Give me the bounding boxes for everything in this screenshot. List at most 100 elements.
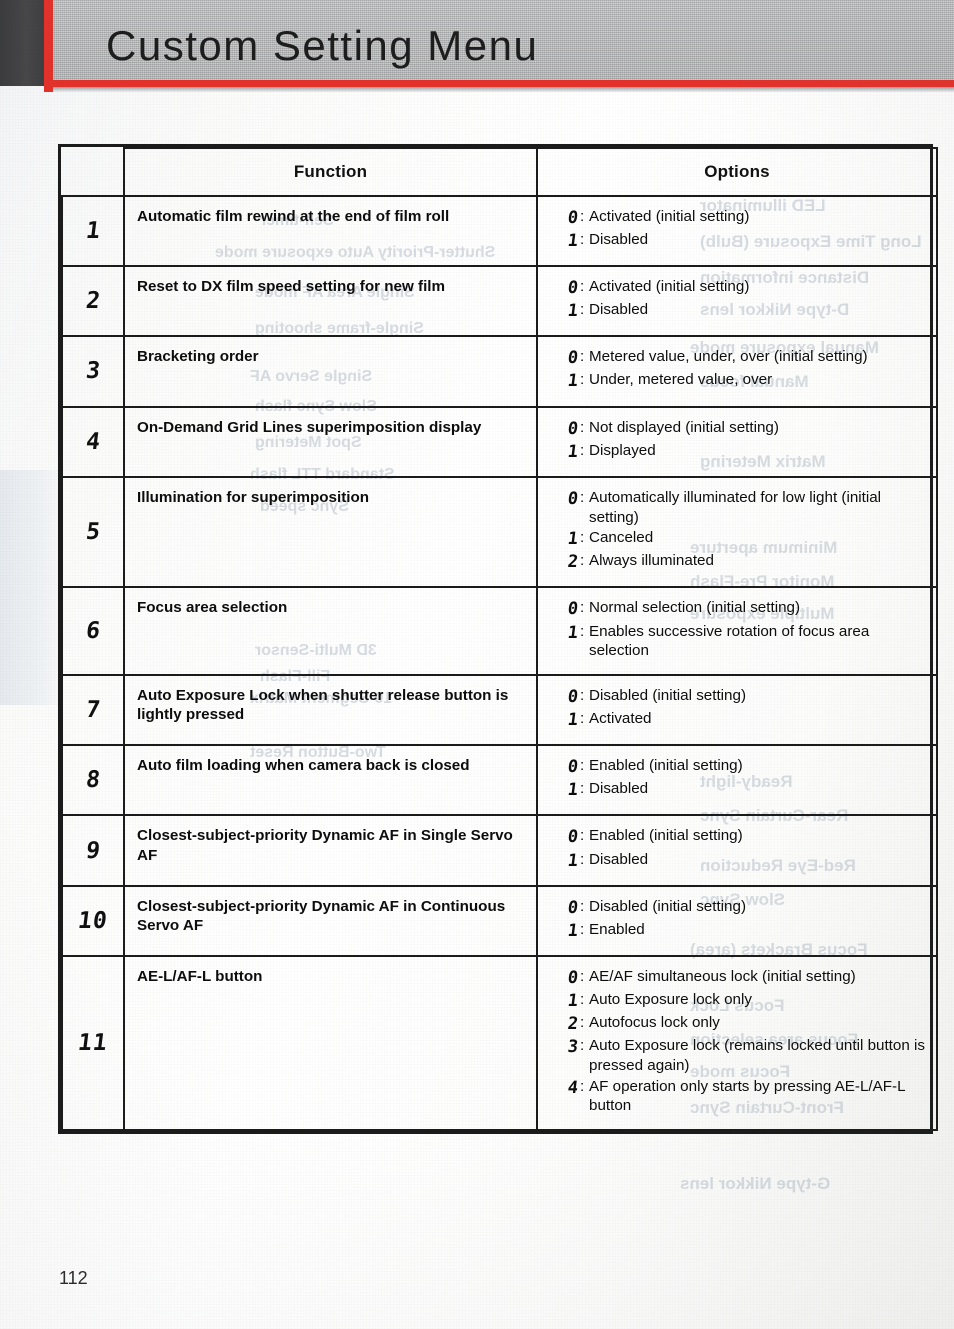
setting-function-cell: Auto film loading when camera back is cl… xyxy=(123,744,538,817)
setting-number: 2 xyxy=(84,288,103,315)
option-colon: : xyxy=(580,371,585,389)
setting-number-cell: 2 xyxy=(61,265,125,338)
bleed-through-text: G-type Nikkor lens xyxy=(680,1174,831,1193)
page-title: Custom Setting Menu xyxy=(106,22,539,69)
option-line: 0: Activated (initial setting) xyxy=(548,207,930,229)
option-colon: : xyxy=(580,1013,585,1031)
option-colon: : xyxy=(580,552,585,570)
option-key: 1 xyxy=(566,920,580,941)
option-text: Not displayed (initial setting) xyxy=(589,418,779,436)
option-key: 0 xyxy=(566,278,580,299)
option-key: 0 xyxy=(566,827,580,848)
option-line: 4: AF operation only starts by pressing A… xyxy=(548,1077,930,1117)
table-row: 11 AE-L/AF-L button 0: AE/AF simultaneous l… xyxy=(61,954,938,1132)
option-key: 0 xyxy=(566,599,580,620)
setting-number: 7 xyxy=(84,697,103,724)
setting-number-cell: 8 xyxy=(61,744,125,817)
setting-number: 10 xyxy=(76,907,110,934)
option-colon: : xyxy=(580,301,585,319)
setting-options-cell: 0: Not displayed (initial setting) 1: Displ… xyxy=(536,405,938,478)
setting-function-cell: On-Demand Grid Lines superimposition dis… xyxy=(123,405,538,478)
column-header-number xyxy=(62,148,125,197)
option-text: Enabled (initial setting) xyxy=(589,757,743,775)
table-row: 9 Closest-subject-priority Dynamic AF in … xyxy=(61,814,938,887)
option-colon: : xyxy=(580,418,585,436)
option-key: 4 xyxy=(566,1077,580,1098)
option-line: 1: Enabled xyxy=(548,920,930,942)
option-line: 0: AE/AF simultaneous lock (initial setti… xyxy=(548,967,930,989)
setting-function-cell: Auto Exposure Lock when shutter release … xyxy=(123,674,538,747)
option-line: 1: Canceled xyxy=(548,528,930,550)
option-line: 0: Automatically illuminated for low ligh… xyxy=(548,488,930,528)
option-colon: : xyxy=(580,897,585,915)
column-header-function: Function xyxy=(123,147,538,197)
option-text: Enabled (initial setting) xyxy=(589,827,743,845)
setting-number: 6 xyxy=(84,618,103,645)
option-line: 1: Enables successive rotation of focus a… xyxy=(548,622,930,662)
table-head: Function Options xyxy=(62,147,938,197)
option-key: 1 xyxy=(566,301,580,322)
table-row: 8 Auto film loading when camera back is c… xyxy=(61,744,938,817)
setting-number-cell: 3 xyxy=(61,335,125,408)
setting-options-cell: 0: Disabled (initial setting) 1: Enabled xyxy=(536,884,938,957)
setting-function-cell: Bracketing order xyxy=(123,335,538,408)
setting-number: 11 xyxy=(76,1029,110,1056)
setting-number-cell: 11 xyxy=(61,954,125,1132)
table-body: 1 Automatic film rewind at the end of fil… xyxy=(61,194,938,1132)
option-colon: : xyxy=(580,529,585,547)
setting-number: 3 xyxy=(84,358,103,385)
option-line: 1: Activated xyxy=(548,709,930,731)
option-key: 0 xyxy=(566,488,580,509)
setting-number-cell: 6 xyxy=(61,586,125,677)
option-key: 0 xyxy=(566,208,580,228)
option-line: 1: Under, metered value, over xyxy=(548,370,930,392)
option-text: Displayed xyxy=(589,441,656,459)
option-key: 0 xyxy=(566,418,580,439)
option-key: 1 xyxy=(566,850,580,871)
option-text: Activated (initial setting) xyxy=(589,208,750,225)
setting-function-cell: Closest-subject-priority Dynamic AF in S… xyxy=(123,814,538,887)
option-colon: : xyxy=(580,920,585,938)
option-line: 0: Normal selection (initial setting) xyxy=(548,598,930,620)
option-colon: : xyxy=(580,827,585,845)
option-key: 2 xyxy=(566,1013,580,1034)
option-key: 1 xyxy=(566,441,580,462)
option-line: 0: Disabled (initial setting) xyxy=(548,897,930,919)
option-text: Disabled xyxy=(589,231,649,249)
option-text: Always illuminated xyxy=(589,552,714,570)
setting-function-cell: Automatic film rewind at the end of film… xyxy=(123,194,538,268)
option-colon: : xyxy=(580,990,585,1008)
option-colon: : xyxy=(580,850,585,868)
setting-options-cell: 0: Activated (initial setting) 1: Disabled xyxy=(536,194,938,268)
option-key: 0 xyxy=(566,897,580,918)
setting-number: 1 xyxy=(84,218,103,245)
setting-function-cell: Closest-subject-priority Dynamic AF in C… xyxy=(123,884,538,957)
header-red-underline xyxy=(53,80,954,87)
option-text: Disabled (initial setting) xyxy=(589,687,747,705)
option-line: 0: Not displayed (initial setting) xyxy=(548,418,930,440)
option-text: Automatically illuminated for low light … xyxy=(589,488,882,526)
table-row: 1 Automatic film rewind at the end of fil… xyxy=(61,194,938,268)
option-key: 1 xyxy=(566,710,580,731)
setting-number-cell: 7 xyxy=(61,674,125,747)
setting-options-cell: 0: Enabled (initial setting) 1: Disabled xyxy=(536,744,938,817)
option-line: 3: Auto Exposure lock (remains locked unt… xyxy=(548,1036,930,1076)
option-key: 0 xyxy=(566,348,580,369)
option-line: 1: Displayed xyxy=(548,441,930,463)
option-colon: : xyxy=(580,488,585,506)
option-colon: : xyxy=(580,967,585,985)
option-line: 2: Autofocus lock only xyxy=(548,1013,930,1035)
option-colon: : xyxy=(580,599,585,617)
option-colon: : xyxy=(580,622,585,640)
option-colon: : xyxy=(580,1077,585,1095)
option-line: 1: Disabled xyxy=(548,300,930,322)
option-key: 1 xyxy=(566,990,580,1011)
paper-bleed-band xyxy=(0,470,62,705)
table-row: 3 Bracketing order 0: Metered value, under,… xyxy=(61,335,938,408)
option-text: Auto Exposure lock only xyxy=(589,990,752,1008)
header-red-bar xyxy=(44,0,53,92)
setting-options-cell: 0: Normal selection (initial setting) 1: En… xyxy=(536,586,938,677)
setting-number-cell: 1 xyxy=(61,194,125,268)
table-row: 7 Auto Exposure Lock when shutter release… xyxy=(61,674,938,747)
option-colon: : xyxy=(580,208,585,225)
